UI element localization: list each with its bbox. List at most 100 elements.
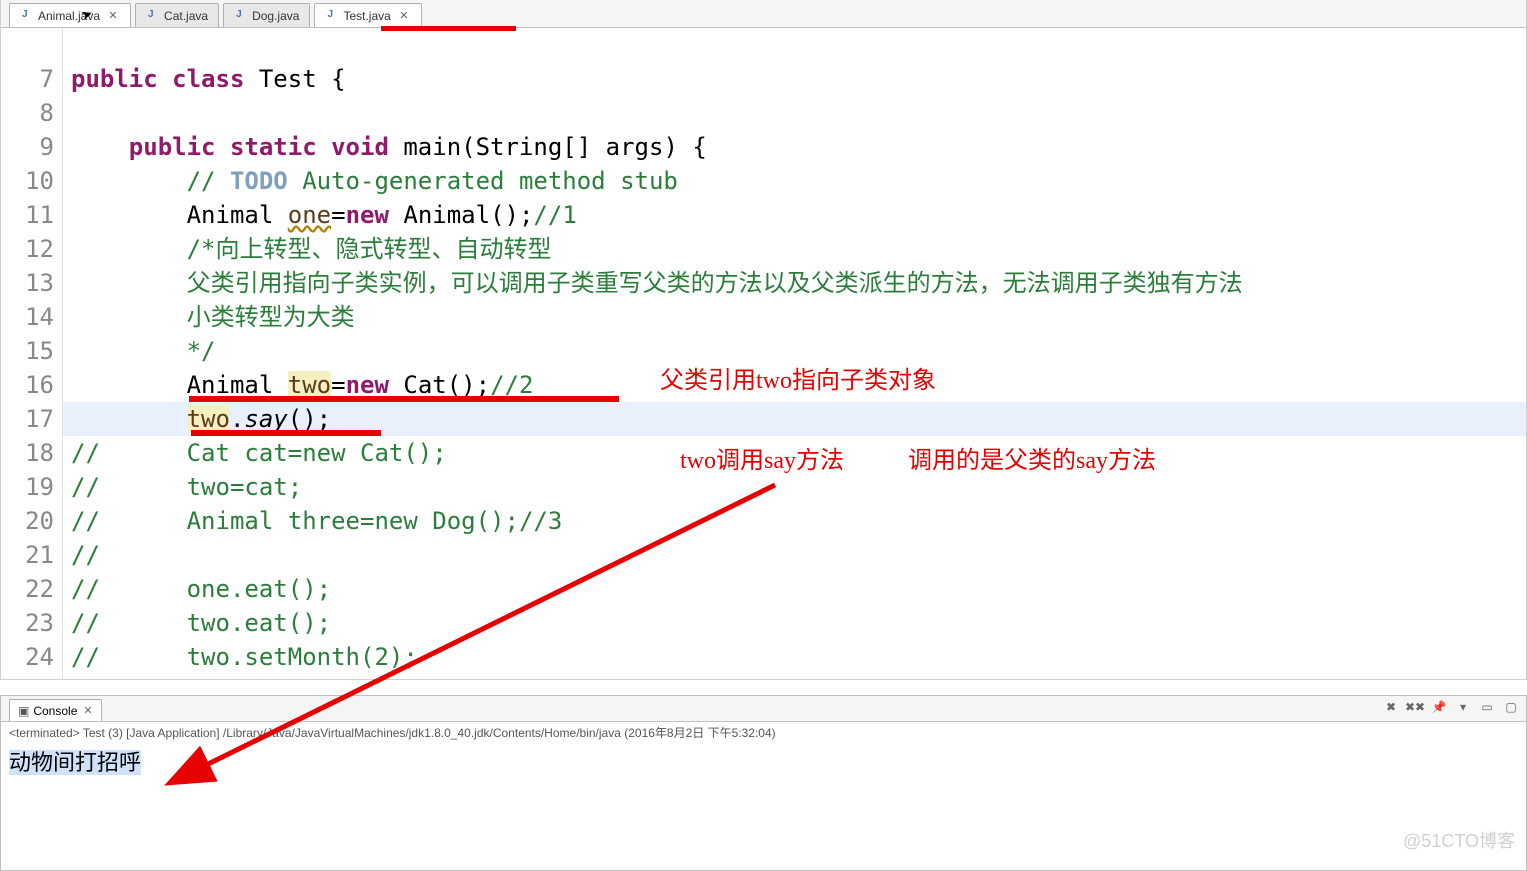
comment-slash: // — [71, 575, 100, 603]
call-parens: (); — [288, 405, 331, 433]
remove-launch-icon[interactable]: ✖ — [1382, 698, 1400, 716]
display-selected-console-icon[interactable]: ▾ — [1454, 698, 1472, 716]
close-icon[interactable]: ✕ — [397, 9, 411, 22]
block-comment: 小类转型为大类 — [187, 303, 355, 331]
tab-test[interactable]: Test.java ✕ — [314, 3, 421, 27]
kw-new: new — [346, 201, 389, 229]
tab-animal[interactable]: Animal.java ✕ — [9, 3, 131, 27]
kw-class: class — [172, 65, 244, 93]
line-number: 12 — [1, 232, 54, 266]
comment: //2 — [490, 371, 533, 399]
remove-all-terminated-icon[interactable]: ✖✖ — [1406, 698, 1424, 716]
tab-label: Test.java — [343, 9, 390, 23]
line-number-gutter: 7 8 9 10 11 12 13 14 15 16 17 18 19 20 2… — [1, 28, 63, 679]
line-number: 14 — [1, 300, 54, 334]
annotation-2: two调用say方法 — [680, 440, 844, 475]
console-output[interactable]: 动物间打招呼 — [1, 743, 1526, 779]
var-two: two — [187, 405, 230, 433]
commented-code: two=cat; — [187, 473, 303, 501]
type-animal: Animal — [187, 371, 288, 399]
pin-console-icon[interactable]: 📌 — [1430, 698, 1448, 716]
tab-label: Dog.java — [252, 9, 299, 23]
todo-tag: TODO — [230, 167, 288, 195]
kw-public: public — [129, 133, 216, 161]
commented-code: Cat cat=new Cat(); — [187, 439, 447, 467]
line-number: 13 — [1, 266, 54, 300]
ctor-call: Cat(); — [389, 371, 490, 399]
line-number: 19 — [1, 470, 54, 504]
line-number: 11 — [1, 198, 54, 232]
close-icon[interactable]: ✕ — [83, 704, 92, 717]
editor-tab-bar: Animal.java ✕ Cat.java Dog.java Test.jav… — [1, 0, 1526, 28]
kw-public: public — [71, 65, 158, 93]
kw-void: void — [331, 133, 389, 161]
tab-cat[interactable]: Cat.java — [135, 3, 219, 27]
annotation-1: 父类引用two指向子类对象 — [660, 360, 936, 395]
line-number: 15 — [1, 334, 54, 368]
kw-static: static — [230, 133, 317, 161]
commented-code: Animal three=new Dog();//3 — [187, 507, 563, 535]
code-text[interactable]: public class Test { public static void m… — [63, 28, 1526, 679]
java-file-icon — [20, 9, 34, 23]
brace: { — [317, 65, 346, 93]
tab-console[interactable]: ▣ Console ✕ — [9, 699, 102, 721]
red-underline-line17 — [191, 430, 381, 436]
type-animal: Animal — [187, 201, 288, 229]
comment-slash: // — [71, 643, 100, 671]
comment-slash: // — [71, 507, 100, 535]
maximize-icon[interactable]: ▢ — [1502, 698, 1520, 716]
comment-slash: // — [71, 473, 100, 501]
console-output-text: 动物间打招呼 — [9, 750, 141, 775]
dot: . — [230, 405, 244, 433]
class-name: Test — [259, 65, 317, 93]
commented-code: two.eat(); — [187, 609, 332, 637]
block-comment: /*向上转型、隐式转型、自动转型 — [187, 235, 552, 263]
watermark: @51CTO博客 — [1403, 827, 1515, 853]
console-toolbar: ✖ ✖✖ 📌 ▾ ▭ ▢ — [1382, 698, 1520, 716]
comment-slash: // — [71, 541, 100, 569]
tab-label: Cat.java — [164, 9, 208, 23]
kw-new: new — [346, 371, 389, 399]
comment-slash: // — [71, 609, 100, 637]
line-number: 17 — [1, 402, 54, 436]
line-number: 10 — [1, 164, 54, 198]
java-file-icon — [325, 9, 339, 23]
comment: //1 — [533, 201, 576, 229]
line-number: 21 — [1, 538, 54, 572]
tab-dog[interactable]: Dog.java — [223, 3, 310, 27]
line-number: 16 — [1, 368, 54, 402]
tab-label: Console — [33, 704, 77, 718]
editor-pane: Animal.java ✕ Cat.java Dog.java Test.jav… — [0, 0, 1527, 680]
red-underline-line16 — [189, 396, 619, 402]
line-number: 22 — [1, 572, 54, 606]
line-number: 23 — [1, 606, 54, 640]
line-number: 24 — [1, 640, 54, 674]
comment-slash: // — [71, 439, 100, 467]
console-status: <terminated> Test (3) [Java Application]… — [1, 722, 1526, 743]
line-number: 7 — [1, 62, 54, 96]
eq: = — [331, 201, 345, 229]
java-file-icon — [234, 9, 248, 23]
console-icon: ▣ — [18, 704, 29, 718]
line-number: 9 — [1, 130, 54, 164]
code-body[interactable]: 7 8 9 10 11 12 13 14 15 16 17 18 19 20 2… — [1, 28, 1526, 679]
line-number: 20 — [1, 504, 54, 538]
method-say: say — [244, 405, 287, 433]
console-tab-bar: ▣ Console ✕ ✖ ✖✖ 📌 ▾ ▭ ▢ — [1, 696, 1526, 722]
line-number — [1, 28, 54, 62]
close-icon[interactable]: ✕ — [106, 9, 120, 22]
console-pane: ▣ Console ✕ ✖ ✖✖ 📌 ▾ ▭ ▢ <terminated> Te… — [0, 695, 1527, 871]
comment-text: Auto-generated method stub — [288, 167, 678, 195]
annotation-3: 调用的是父类的say方法 — [908, 440, 1156, 475]
commented-code: one.eat(); — [187, 575, 332, 603]
tab-label: Animal.java — [38, 9, 100, 23]
commented-code: two.setMonth(2); — [187, 643, 418, 671]
eq: = — [331, 371, 345, 399]
minimize-icon[interactable]: ▭ — [1478, 698, 1496, 716]
block-comment-end: */ — [187, 337, 216, 365]
var-one: one — [288, 201, 331, 229]
line-number: 18 — [1, 436, 54, 470]
var-two: two — [288, 371, 331, 399]
ctor-call: Animal(); — [389, 201, 534, 229]
comment-prefix: // — [187, 167, 230, 195]
